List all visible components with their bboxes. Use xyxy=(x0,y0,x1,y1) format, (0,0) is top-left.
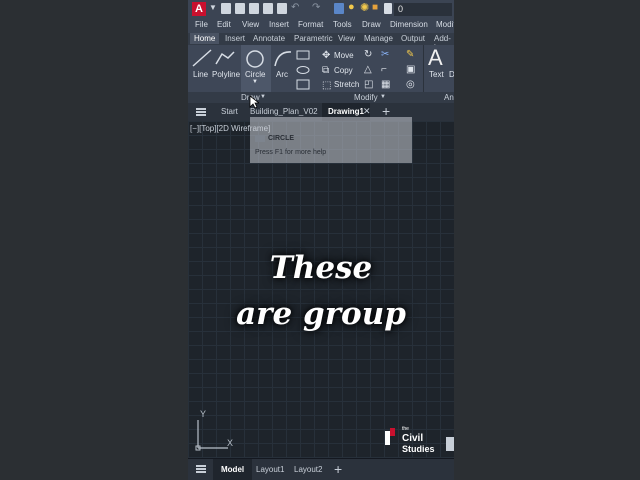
mouse-cursor-icon xyxy=(249,95,259,109)
nav-bar-icon[interactable] xyxy=(446,437,454,451)
tab-insert[interactable]: Insert xyxy=(225,34,245,43)
tab-parametric[interactable]: Parametric xyxy=(294,34,333,43)
copy-label[interactable]: Copy xyxy=(334,66,353,75)
autocad-window: A ▼ ↶ ↷ ● ✺ ■ 0 File Edit View Insert Fo… xyxy=(188,0,454,480)
quick-access-toolbar: A ▼ ↶ ↷ ● ✺ ■ 0 xyxy=(188,0,454,19)
lightbulb-icon[interactable]: ● xyxy=(348,1,355,13)
text-tool-label[interactable]: Text xyxy=(429,70,444,79)
polyline-tool-label[interactable]: Polyline xyxy=(212,70,240,79)
circle-dropdown-chevron-icon[interactable]: ▼ xyxy=(252,79,258,85)
menu-bar: File Edit View Insert Format Tools Draw … xyxy=(188,19,454,33)
annotation-panel-title[interactable]: Anr xyxy=(444,93,454,102)
menu-draw[interactable]: Draw xyxy=(362,20,381,29)
file-tab-building-plan[interactable]: Building_Plan_V02 xyxy=(250,107,318,116)
layout-tab-model[interactable]: Model xyxy=(213,459,253,480)
layer-color-icon[interactable] xyxy=(384,3,392,14)
ribbon-tabs: Home Insert Annotate Parametric View Man… xyxy=(188,33,454,52)
copy-icon[interactable]: ⧉ xyxy=(322,65,329,76)
caption-line-1: These xyxy=(269,250,373,286)
modify-panel-title[interactable]: Modify xyxy=(354,93,378,102)
rotate-icon[interactable]: ↻ xyxy=(364,49,372,60)
offset-icon[interactable]: ◎ xyxy=(406,79,415,90)
menu-format[interactable]: Format xyxy=(298,20,323,29)
layout-menu-icon[interactable] xyxy=(196,465,206,473)
ribbon-panel-titles: Draw ▼ Modify ▼ Anr xyxy=(188,92,454,103)
brand-civil: Civil xyxy=(402,433,424,444)
circle-tool-icon[interactable] xyxy=(244,48,266,70)
circle-command-icon xyxy=(255,135,265,142)
open-file-icon[interactable] xyxy=(235,3,245,14)
stretch-icon[interactable]: ⬚ xyxy=(322,80,331,91)
tab-home[interactable]: Home xyxy=(190,33,220,44)
new-file-icon[interactable] xyxy=(221,3,231,14)
undo-icon[interactable]: ↶ xyxy=(291,2,299,13)
tooltip-command-name: CIRCLE xyxy=(268,135,295,142)
save-icon[interactable] xyxy=(249,3,259,14)
line-tool-label[interactable]: Line xyxy=(193,70,208,79)
draw-panel-chevron-icon[interactable]: ▼ xyxy=(260,94,266,100)
print-icon[interactable] xyxy=(277,3,287,14)
hamburger-menu-icon[interactable] xyxy=(196,108,206,116)
polyline-tool-icon[interactable] xyxy=(214,48,236,68)
lock-icon[interactable]: ■ xyxy=(372,2,378,13)
app-menu-chevron-icon[interactable]: ▼ xyxy=(209,3,217,12)
ribbon-divider xyxy=(423,45,424,92)
layout-tab-layout1[interactable]: Layout1 xyxy=(256,465,284,474)
draw-extra-tools-icon[interactable] xyxy=(294,48,314,94)
explode-icon[interactable]: ▣ xyxy=(406,64,415,75)
modify-panel-chevron-icon[interactable]: ▼ xyxy=(380,94,386,100)
scale-icon[interactable]: ◰ xyxy=(364,79,373,90)
ucs-icon xyxy=(195,420,228,451)
ucs-y-label: Y xyxy=(200,409,207,419)
autocad-logo-icon[interactable]: A xyxy=(192,2,206,16)
stretch-label[interactable]: Stretch xyxy=(334,80,359,89)
move-label[interactable]: Move xyxy=(334,51,354,60)
tab-output[interactable]: Output xyxy=(401,34,425,43)
menu-file[interactable]: File xyxy=(195,20,208,29)
layer-dropdown[interactable]: 0 xyxy=(394,3,452,16)
caption-line-2: are group xyxy=(236,296,406,332)
brand-studies: Studies xyxy=(402,444,435,454)
save-as-icon[interactable] xyxy=(263,3,273,14)
tab-view[interactable]: View xyxy=(338,34,355,43)
dimension-tool-label[interactable]: D xyxy=(449,70,454,79)
redo-icon[interactable]: ↷ xyxy=(312,2,320,13)
tab-annotate[interactable]: Annotate xyxy=(253,34,285,43)
menu-tools[interactable]: Tools xyxy=(333,20,352,29)
menu-dimension[interactable]: Dimension xyxy=(390,20,428,29)
close-tab-icon[interactable]: ✕ xyxy=(363,106,371,117)
tab-manage[interactable]: Manage xyxy=(364,34,393,43)
layout-tab-layout2[interactable]: Layout2 xyxy=(294,465,322,474)
tooltip-help-text: Press F1 for more help xyxy=(255,149,327,156)
fillet-icon[interactable]: ⌐ xyxy=(381,64,387,75)
array-icon[interactable]: ▦ xyxy=(381,79,390,90)
menu-edit[interactable]: Edit xyxy=(217,20,231,29)
add-layout-button[interactable]: + xyxy=(334,461,342,477)
file-tab-start[interactable]: Start xyxy=(221,107,238,116)
brand-watermark: the Civil Studies xyxy=(388,424,435,454)
menu-insert[interactable]: Insert xyxy=(269,20,289,29)
move-icon[interactable]: ✥ xyxy=(322,50,330,61)
ucs-x-label: X xyxy=(227,438,234,448)
sun-icon[interactable]: ✺ xyxy=(360,1,369,14)
trim-icon[interactable]: ✂ xyxy=(381,49,389,60)
menu-modify[interactable]: Modif xyxy=(436,20,454,29)
text-tool-icon[interactable]: A xyxy=(428,45,443,71)
workspace-icon[interactable] xyxy=(334,3,344,14)
line-tool-icon[interactable] xyxy=(191,48,213,68)
erase-icon[interactable]: ✎ xyxy=(406,49,414,60)
layout-tabs: Model Layout1 Layout2 + xyxy=(188,458,454,480)
mirror-icon[interactable]: △ xyxy=(364,64,372,75)
arc-tool-label[interactable]: Arc xyxy=(276,70,288,79)
menu-view[interactable]: View xyxy=(242,20,259,29)
circle-tool-label[interactable]: Circle xyxy=(245,70,265,79)
drawing-canvas[interactable] xyxy=(188,121,454,458)
arc-tool-icon[interactable] xyxy=(272,48,294,68)
